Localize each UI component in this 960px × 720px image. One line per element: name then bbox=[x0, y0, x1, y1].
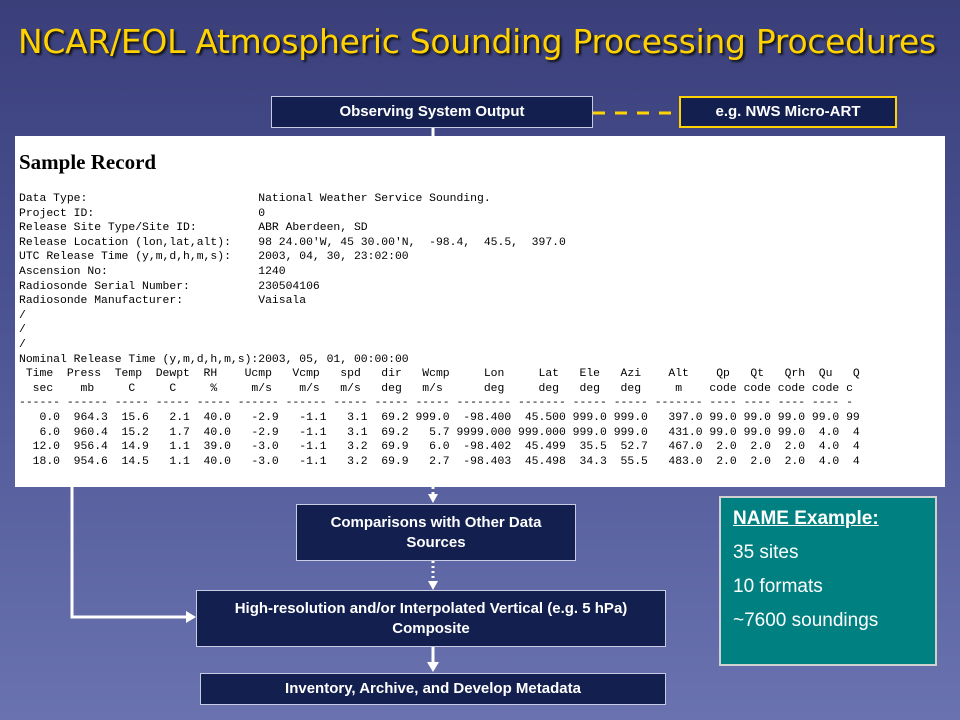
example-nws-micro-art-box: e.g. NWS Micro-ART bbox=[679, 96, 897, 128]
name-example-box: NAME Example: 35 sites 10 formats ~7600 … bbox=[719, 496, 937, 666]
high-resolution-composite-box: High-resolution and/or Interpolated Vert… bbox=[196, 590, 666, 647]
sample-record-panel: Sample Record Data Type: National Weathe… bbox=[15, 136, 945, 487]
inventory-archive-box: Inventory, Archive, and Develop Metadata bbox=[200, 673, 666, 705]
sample-record-title: Sample Record bbox=[19, 150, 157, 174]
name-example-sites: 35 sites bbox=[733, 542, 799, 563]
name-example-title: NAME Example: bbox=[733, 508, 879, 529]
name-example-formats: 10 formats bbox=[733, 576, 823, 597]
comparisons-box: Comparisons with Other Data Sources bbox=[296, 504, 576, 561]
name-example-soundings: ~7600 soundings bbox=[733, 610, 879, 631]
observing-system-output-box: Observing System Output bbox=[271, 96, 593, 128]
sample-record-text: Data Type: National Weather Service Soun… bbox=[19, 193, 860, 468]
